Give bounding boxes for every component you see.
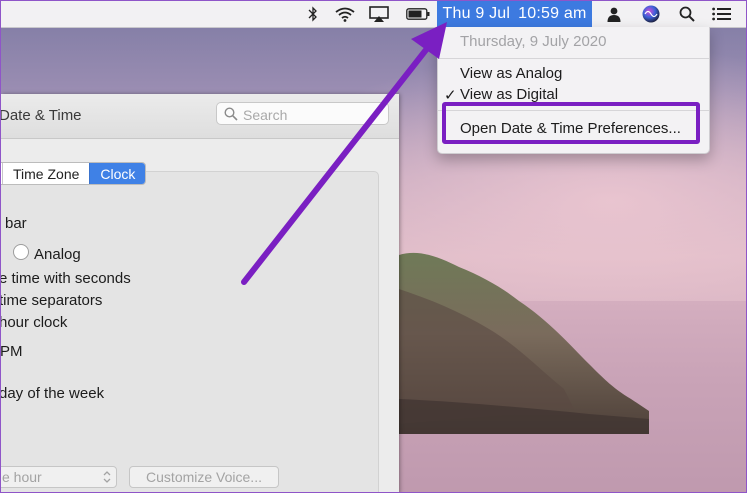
- date-time-preferences-window: Date & Time Time Zone Clock bar Analog e…: [0, 94, 399, 492]
- menu-date-header: Thursday, 9 July 2020: [460, 33, 607, 50]
- option-analog: Analog: [34, 246, 81, 263]
- desktop: Date & Time Time Zone Clock bar Analog e…: [0, 0, 747, 493]
- clock-day: Thu 9 Jul: [442, 5, 511, 22]
- option-time-separators: time separators: [0, 292, 103, 309]
- clock-time: 10:59 am: [518, 5, 587, 22]
- search-field[interactable]: [216, 102, 389, 125]
- search-input[interactable]: [241, 104, 385, 125]
- announce-interval-popup[interactable]: e hour: [1, 466, 117, 488]
- notification-center-icon[interactable]: [710, 4, 732, 24]
- tab-bar: Time Zone Clock: [1, 162, 147, 185]
- menu-bar: Thu 9 Jul 10:59 am: [1, 1, 746, 28]
- clock-settings-panel: [1, 171, 379, 492]
- bluetooth-icon[interactable]: [305, 4, 321, 24]
- spotlight-search-icon[interactable]: [677, 4, 697, 24]
- menu-item-view-as-digital[interactable]: View as Digital: [460, 86, 558, 103]
- battery-icon[interactable]: [405, 4, 431, 24]
- tab-clock[interactable]: Clock: [89, 163, 146, 184]
- option-seconds: e time with seconds: [0, 270, 131, 287]
- option-menu-bar: bar: [5, 215, 27, 232]
- option-am-pm: PM: [0, 343, 23, 360]
- highlight-box: [442, 102, 700, 144]
- option-day-of-week: day of the week: [0, 385, 105, 402]
- analog-radio[interactable]: [13, 244, 29, 260]
- airplay-icon[interactable]: [368, 4, 390, 24]
- window-titlebar: Date & Time: [1, 94, 399, 139]
- menu-separator: [438, 58, 709, 59]
- menu-item-view-as-analog[interactable]: View as Analog: [460, 65, 562, 82]
- user-icon[interactable]: [604, 4, 624, 24]
- chevron-up-down-icon: [103, 471, 111, 483]
- tab-time-zone[interactable]: Time Zone: [2, 163, 89, 184]
- search-icon: [224, 107, 238, 121]
- customize-voice-button[interactable]: Customize Voice...: [129, 466, 279, 488]
- wifi-icon[interactable]: [334, 4, 356, 24]
- option-24-hour: hour clock: [0, 314, 68, 331]
- window-title: Date & Time: [0, 107, 82, 124]
- headland-cliff: [399, 252, 649, 434]
- siri-icon[interactable]: [640, 4, 662, 24]
- announce-interval-value: e hour: [2, 469, 42, 485]
- menu-bar-clock[interactable]: Thu 9 Jul 10:59 am: [437, 1, 592, 27]
